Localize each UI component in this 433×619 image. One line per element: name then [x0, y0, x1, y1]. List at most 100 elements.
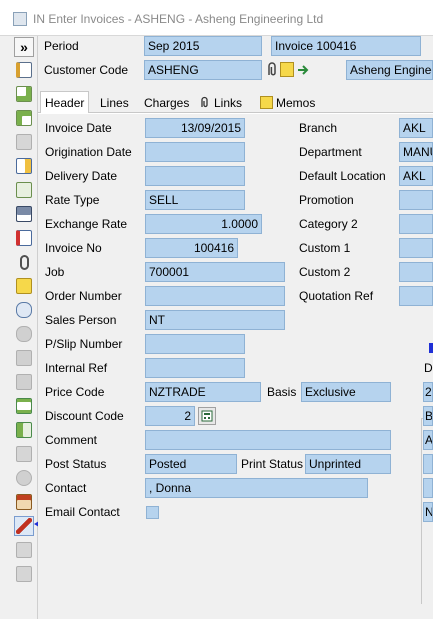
invoice-no-field[interactable]: 100416	[145, 238, 238, 258]
category2-label: Category 2	[299, 217, 358, 231]
export-document-icon[interactable]	[14, 108, 34, 128]
attachment-icon[interactable]	[14, 252, 34, 272]
period-field[interactable]: Sep 2015	[144, 36, 262, 56]
rate-type-label: Rate Type	[45, 193, 100, 207]
list-icon[interactable]	[14, 396, 34, 416]
promotion-label: Promotion	[299, 193, 354, 207]
basis-field[interactable]: Exclusive	[301, 382, 391, 402]
sales-person-field[interactable]: NT	[145, 310, 285, 330]
branch-label: Branch	[299, 121, 338, 135]
department-field[interactable]: MANU	[399, 142, 433, 162]
invoice-date-field[interactable]: 13/09/2015	[145, 118, 245, 138]
origination-date-label: Origination Date	[45, 145, 132, 159]
pslip-number-label: P/Slip Number	[45, 337, 123, 351]
sales-person-label: Sales Person	[45, 313, 117, 327]
partial-d-label: D	[424, 361, 433, 375]
note-icon[interactable]	[14, 276, 34, 296]
customer-code-field[interactable]: ASHENG	[144, 60, 262, 80]
disabled-edit-icon	[14, 540, 34, 560]
app-icon	[13, 12, 27, 26]
partial-field-blank1[interactable]	[423, 454, 433, 474]
header-panel: Invoice Date 13/09/2015 Origination Date…	[38, 113, 433, 619]
pencil-icon[interactable]	[14, 516, 34, 536]
form-icon[interactable]	[14, 492, 34, 512]
partial-field-a[interactable]: A	[423, 430, 433, 450]
post-status-label: Post Status	[45, 457, 107, 471]
origination-date-field[interactable]	[145, 142, 245, 162]
new-document-icon[interactable]	[14, 84, 34, 104]
link-icon[interactable]	[265, 61, 279, 78]
job-field[interactable]: 700001	[145, 262, 285, 282]
partial-field-n[interactable]: N	[423, 502, 433, 522]
custom1-label: Custom 1	[299, 241, 351, 255]
disabled-print-icon	[14, 372, 34, 392]
transfer-icon[interactable]	[14, 420, 34, 440]
tab-memos[interactable]: Memos	[256, 92, 319, 113]
internal-ref-field[interactable]	[145, 358, 245, 378]
quotation-ref-label: Quotation Ref	[299, 289, 374, 303]
price-code-field[interactable]: NZTRADE	[145, 382, 261, 402]
custom2-field[interactable]	[399, 262, 433, 282]
quotation-ref-field[interactable]	[399, 286, 433, 306]
go-arrow-icon[interactable]	[296, 63, 310, 76]
disabled-doc2-icon	[14, 564, 34, 584]
tab-header[interactable]: Header	[40, 91, 90, 114]
exchange-rate-label: Exchange Rate	[45, 217, 128, 231]
report-icon[interactable]	[14, 228, 34, 248]
promotion-field[interactable]	[399, 190, 433, 210]
price-code-label: Price Code	[45, 385, 105, 399]
pslip-number-field[interactable]	[145, 334, 245, 354]
delivery-date-field[interactable]	[145, 166, 245, 186]
exchange-rate-field[interactable]: 1.0000	[145, 214, 262, 234]
order-number-label: Order Number	[45, 289, 122, 303]
customer-name-field[interactable]: Asheng Enginee	[346, 60, 433, 80]
search-document-icon[interactable]	[14, 300, 34, 320]
copy-document-icon[interactable]	[14, 156, 34, 176]
partial-field-blank2[interactable]	[423, 478, 433, 498]
tab-charges-label: Charges	[144, 95, 190, 110]
delivery-date-label: Delivery Date	[45, 169, 118, 183]
groupbox-marker	[429, 343, 433, 353]
disabled-search-icon	[14, 324, 34, 344]
tab-links[interactable]: Links	[194, 92, 246, 113]
memo-icon[interactable]	[280, 62, 294, 77]
rate-type-field[interactable]: SELL	[145, 190, 245, 210]
custom1-field[interactable]	[399, 238, 433, 258]
tab-links-label: Links	[214, 95, 243, 110]
department-label: Department	[299, 145, 362, 159]
move-document-icon[interactable]	[14, 180, 34, 200]
post-status-field[interactable]: Posted	[145, 454, 237, 474]
tab-charges[interactable]: Charges	[140, 92, 193, 113]
tab-bar: Header Lines Charges Links Memos	[38, 91, 433, 114]
partial-field-b[interactable]: B	[423, 406, 433, 426]
paperclip-icon	[201, 96, 208, 108]
print-status-field[interactable]: Unprinted	[305, 454, 391, 474]
order-number-field[interactable]	[145, 286, 285, 306]
tab-header-label: Header	[45, 95, 85, 110]
tab-lines[interactable]: Lines	[96, 92, 133, 113]
calculator-icon	[201, 410, 213, 422]
job-label: Job	[45, 265, 65, 279]
category2-field[interactable]	[399, 214, 433, 234]
tab-memos-label: Memos	[276, 95, 316, 110]
invoice-no-label: Invoice No	[45, 241, 102, 255]
email-contact-checkbox[interactable]	[146, 506, 159, 519]
disabled-tool-icon	[14, 132, 34, 152]
contact-label: Contact	[45, 481, 87, 495]
print-icon[interactable]	[14, 204, 34, 224]
default-location-field[interactable]: AKL	[399, 166, 433, 186]
partial-field-2[interactable]: 2	[423, 382, 433, 402]
collapse-toolbar-button[interactable]: »	[14, 37, 34, 57]
invoice-ref-field[interactable]: Invoice 100416	[271, 36, 421, 56]
disabled-user-icon	[14, 348, 34, 368]
contact-field[interactable]: , Donna	[145, 478, 368, 498]
tab-lines-label: Lines	[100, 95, 129, 110]
edit-icon[interactable]	[14, 60, 34, 80]
title-bar: IN Enter Invoices - ASHENG - Asheng Engi…	[0, 0, 433, 36]
comment-field[interactable]	[145, 430, 391, 450]
discount-lookup-button[interactable]	[198, 407, 216, 425]
discount-code-label: Discount Code	[45, 409, 124, 423]
side-toolbar: »	[0, 36, 38, 619]
branch-field[interactable]: AKL	[399, 118, 433, 138]
discount-code-field[interactable]: 2	[145, 406, 195, 426]
